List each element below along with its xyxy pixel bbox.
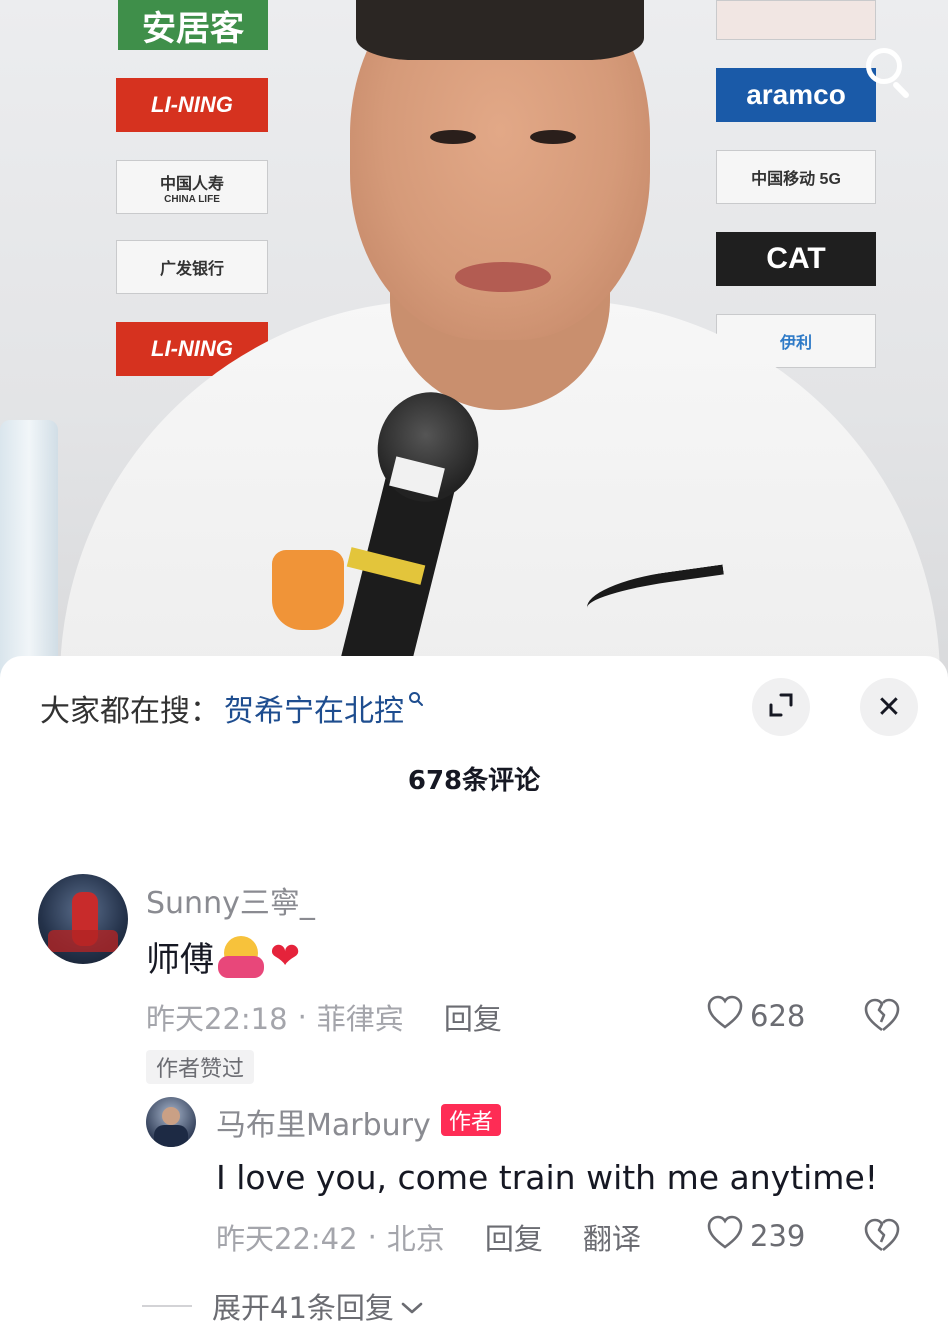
search-icon[interactable] <box>858 42 918 102</box>
expand-corner-icon <box>767 691 795 723</box>
broken-heart-icon <box>862 1218 902 1258</box>
hot-search-prefix: 大家都在搜： <box>40 694 220 729</box>
sponsor-logo-top-right <box>716 0 876 40</box>
search-icon-ring <box>866 48 902 84</box>
meta-separator: · <box>297 1000 307 1034</box>
close-icon: ✕ <box>876 689 902 725</box>
hot-search-bar[interactable]: 大家都在搜： 贺希宁在北控 <box>40 686 424 730</box>
avatar-figure-base <box>48 930 118 952</box>
comment-meta: 昨天22:18 · 菲律宾 回复 <box>146 996 502 1038</box>
divider-line <box>142 1305 192 1307</box>
sponsor-logo-lining: LI-NING <box>116 78 268 132</box>
broken-heart-icon <box>862 998 902 1038</box>
reply-button[interactable]: 回复 <box>444 996 502 1038</box>
magnifier-small-icon <box>408 688 424 712</box>
reply-username[interactable]: 马布里Marbury <box>216 1100 431 1144</box>
like-count: 628 <box>750 998 806 1033</box>
comment-username[interactable]: Sunny三寧_ <box>146 878 315 922</box>
reply-time: 昨天22:42 <box>216 1222 358 1256</box>
reply-location: 北京 <box>386 1222 445 1256</box>
player-mouth <box>455 262 551 292</box>
comment-count: 678条评论 <box>407 766 541 796</box>
sponsor-logo-aramco: aramco <box>716 68 876 122</box>
expand-button[interactable] <box>752 678 810 736</box>
comment-text-content: 师傅 <box>146 940 214 980</box>
author-badge: 作者 <box>441 1104 502 1136</box>
avatar[interactable] <box>38 874 128 964</box>
reply-meta: 昨天22:42 · 北京 回复 翻译 <box>216 1216 641 1258</box>
water-bottle <box>0 420 58 680</box>
translate-button[interactable]: 翻译 <box>583 1216 641 1258</box>
reply-text[interactable]: I love you, come train with me anytime! <box>216 1158 878 1197</box>
expand-replies-button[interactable]: 展开41条回复 <box>142 1286 424 1326</box>
comment-time: 昨天22:18 <box>146 1002 288 1036</box>
author-liked-badge: 作者赞过 <box>146 1050 255 1084</box>
comment-text[interactable]: 师傅 ❤ <box>146 932 300 981</box>
dislike-button[interactable] <box>862 996 902 1036</box>
hot-search-term[interactable]: 贺希宁在北控 <box>224 686 404 730</box>
like-button[interactable]: 628 <box>706 994 805 1037</box>
avatar-figure <box>162 1107 180 1125</box>
reply-avatar[interactable] <box>146 1097 196 1147</box>
expand-replies-label: 展开41条回复 <box>212 1291 394 1325</box>
chevron-down-icon <box>400 1289 424 1323</box>
player-hair <box>356 0 644 60</box>
dislike-button[interactable] <box>862 1216 902 1256</box>
like-count: 239 <box>750 1218 806 1253</box>
heart-outline-icon <box>706 994 750 1037</box>
search-icon-handle <box>891 80 911 100</box>
team-logo <box>272 550 344 630</box>
heart-outline-icon <box>706 1214 750 1257</box>
comment-location: 菲律宾 <box>316 1002 404 1036</box>
reply-button[interactable]: 回复 <box>485 1216 543 1258</box>
hugging-emoji-icon <box>218 935 264 978</box>
meta-separator: · <box>367 1220 377 1254</box>
video-player[interactable]: 安居客 LI-NING 中国人寿 CHINA LIFE 广发银行 LI-NING… <box>0 0 948 680</box>
sponsor-logo-china-mobile: 中国移动 5G <box>716 150 876 204</box>
player-eye-right <box>530 130 576 144</box>
like-button[interactable]: 239 <box>706 1214 805 1257</box>
sponsor-logo-china-life: 中国人寿 CHINA LIFE <box>116 160 268 214</box>
sponsor-logo-cat: CAT <box>716 232 876 286</box>
player-eye-left <box>430 130 476 144</box>
sponsor-logo-cgb: 广发银行 <box>116 240 268 294</box>
hugging-emoji-arms <box>218 955 264 978</box>
red-heart-emoji-icon: ❤ <box>270 936 301 977</box>
sponsor-logo-anjuke: 安居客 <box>118 0 268 50</box>
avatar-figure-base <box>154 1125 188 1147</box>
close-button[interactable]: ✕ <box>860 678 918 736</box>
